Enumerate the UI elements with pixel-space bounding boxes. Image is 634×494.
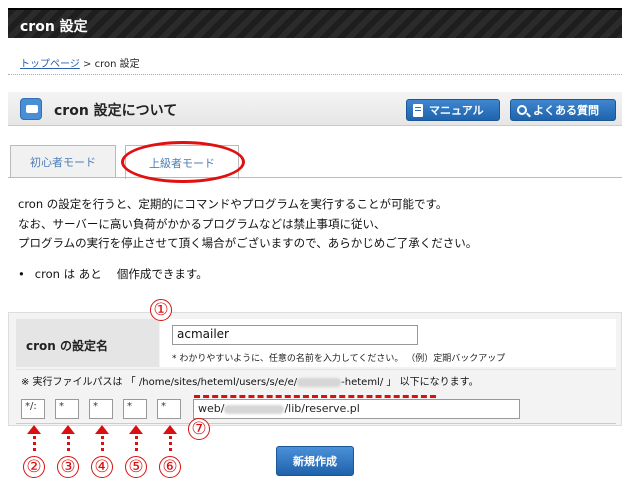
breadcrumb: トップページ > cron 設定 — [20, 55, 140, 70]
minute-input[interactable]: */: — [21, 399, 45, 419]
annotation-4: ④ — [91, 456, 113, 478]
arrow-up-icon — [27, 425, 41, 452]
path-part-a: /home/sites/heteml/users/s/e/e/ — [138, 377, 298, 388]
breadcrumb-home-link[interactable]: トップページ — [20, 59, 80, 70]
annotation-6: ⑥ — [159, 456, 181, 478]
name-label-cell: cron の設定名 — [16, 319, 159, 367]
description-line-1: cron の設定を行うと、定期的にコマンドやプログラムを実行することが可能です。 — [18, 197, 448, 211]
tab-beginner-mode[interactable]: 初心者モード — [10, 145, 116, 178]
breadcrumb-current: cron 設定 — [94, 59, 140, 70]
weekday-input[interactable]: * — [157, 399, 181, 419]
chat-bubble-icon — [20, 98, 42, 120]
manual-button-label: マニュアル — [429, 104, 484, 117]
remaining-count: cron は あと 個作成できます。 — [18, 266, 208, 282]
path-note: ※ 実行ファイルパスは 「 /home/sites/heteml/users/s… — [21, 373, 479, 388]
manual-button[interactable]: マニュアル — [406, 99, 500, 121]
annotation-1: ① — [150, 299, 172, 321]
book-icon — [413, 103, 423, 117]
hour-input[interactable]: * — [55, 399, 79, 419]
arrow-up-icon — [61, 425, 75, 452]
command-input[interactable]: web/ /lib/reserve.pl — [193, 399, 520, 419]
path-part-b: -heteml/ — [341, 377, 384, 388]
cron-form: cron の設定名 acmailer * わかりやすいように、任意の名前を入力し… — [8, 312, 622, 426]
description-line-2: なお、サーバーに高い負荷がかかるプログラムなどは禁止事項に従い、 — [18, 216, 386, 231]
section-title: cron 設定について — [54, 103, 178, 119]
name-label: cron の設定名 — [26, 339, 108, 353]
redacted-user — [297, 377, 342, 387]
path-note-suffix: 」 以下になります。 — [386, 377, 479, 388]
path-underline-annotation — [194, 395, 436, 398]
tabs-divider — [8, 177, 622, 178]
arrow-up-icon — [129, 425, 143, 452]
annotation-2: ② — [23, 456, 45, 478]
annotation-3: ③ — [57, 456, 79, 478]
section-header: cron 設定について マニュアル よくある質問 — [8, 92, 622, 126]
path-note-prefix: ※ 実行ファイルパスは 「 — [21, 377, 136, 388]
month-input[interactable]: * — [123, 399, 147, 419]
description-line-3: プログラムの実行を停止させて頂く場合がございますので、あらかじめご了承ください。 — [18, 236, 478, 250]
title-bar: cron 設定 — [8, 8, 622, 38]
form-bottom-divider — [16, 423, 616, 424]
name-value-cell: acmailer * わかりやすいように、任意の名前を入力してください。 （例）… — [160, 319, 616, 367]
day-input[interactable]: * — [89, 399, 113, 419]
redacted-path — [224, 404, 285, 414]
annotation-5: ⑤ — [125, 456, 147, 478]
cron-name-input[interactable]: acmailer — [172, 325, 418, 345]
create-button[interactable]: 新規作成 — [276, 446, 354, 476]
highlight-circle — [121, 141, 245, 183]
search-icon — [517, 105, 527, 115]
faq-button-label: よくある質問 — [533, 104, 599, 117]
arrow-up-icon — [95, 425, 109, 452]
arrow-up-icon — [163, 425, 177, 452]
form-row-divider — [16, 369, 616, 370]
description: cron の設定を行うと、定期的にコマンドやプログラムを実行することが可能です。… — [18, 195, 477, 254]
command-prefix: web/ — [198, 402, 225, 415]
command-suffix: /lib/reserve.pl — [284, 402, 360, 415]
breadcrumb-separator: > — [83, 59, 92, 70]
name-hint: * わかりやすいように、任意の名前を入力してください。 （例）定期バックアップ — [172, 354, 506, 364]
faq-button[interactable]: よくある質問 — [510, 99, 616, 121]
annotation-7: ⑦ — [188, 418, 210, 440]
window-title: cron 設定 — [20, 19, 88, 35]
breadcrumb-divider — [8, 74, 622, 75]
